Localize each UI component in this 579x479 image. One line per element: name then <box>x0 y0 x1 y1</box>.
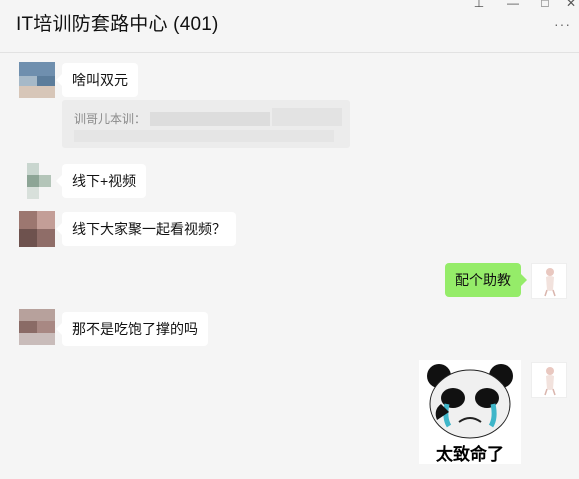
person-figure-icon <box>544 367 556 396</box>
crying-panda-sticker-icon <box>427 364 513 439</box>
quoted-message-text: 训哥儿本训： <box>74 112 147 126</box>
message-bubble[interactable]: 线下大家聚一起看视频？ <box>56 212 236 246</box>
blurred-region <box>150 112 270 126</box>
message-bubble-self[interactable]: 配个助教 <box>445 263 527 297</box>
avatar[interactable] <box>19 163 55 199</box>
close-icon[interactable]: ✕ <box>560 0 579 10</box>
pin-icon[interactable]: ⊥ <box>468 0 490 10</box>
minimize-icon[interactable]: — <box>502 0 524 10</box>
sticker-caption: 太致命了 <box>436 445 504 464</box>
person-figure-icon <box>544 268 556 297</box>
chat-title-bar: IT培训防套路中心 (401) ⊥ — □ ✕ ··· <box>0 0 579 53</box>
chat-title: IT培训防套路中心 (401) <box>16 14 219 35</box>
self-avatar[interactable] <box>531 362 567 398</box>
self-avatar[interactable] <box>531 263 567 299</box>
maximize-icon[interactable]: □ <box>534 0 556 10</box>
message-bubble[interactable]: 啥叫双元 <box>56 63 138 97</box>
more-options-icon[interactable]: ··· <box>554 16 571 32</box>
blurred-region <box>74 130 334 142</box>
avatar[interactable] <box>19 309 55 345</box>
avatar[interactable] <box>19 211 55 247</box>
quoted-message[interactable]: 训哥儿本训： <box>62 100 350 148</box>
message-bubble[interactable]: 那不是吃饱了撑的吗 <box>56 312 208 346</box>
message-bubble[interactable]: 线下+视频 <box>55 164 147 198</box>
sticker-image[interactable]: 太致命了 <box>419 360 521 464</box>
avatar[interactable] <box>19 62 55 98</box>
blurred-region <box>272 108 342 126</box>
